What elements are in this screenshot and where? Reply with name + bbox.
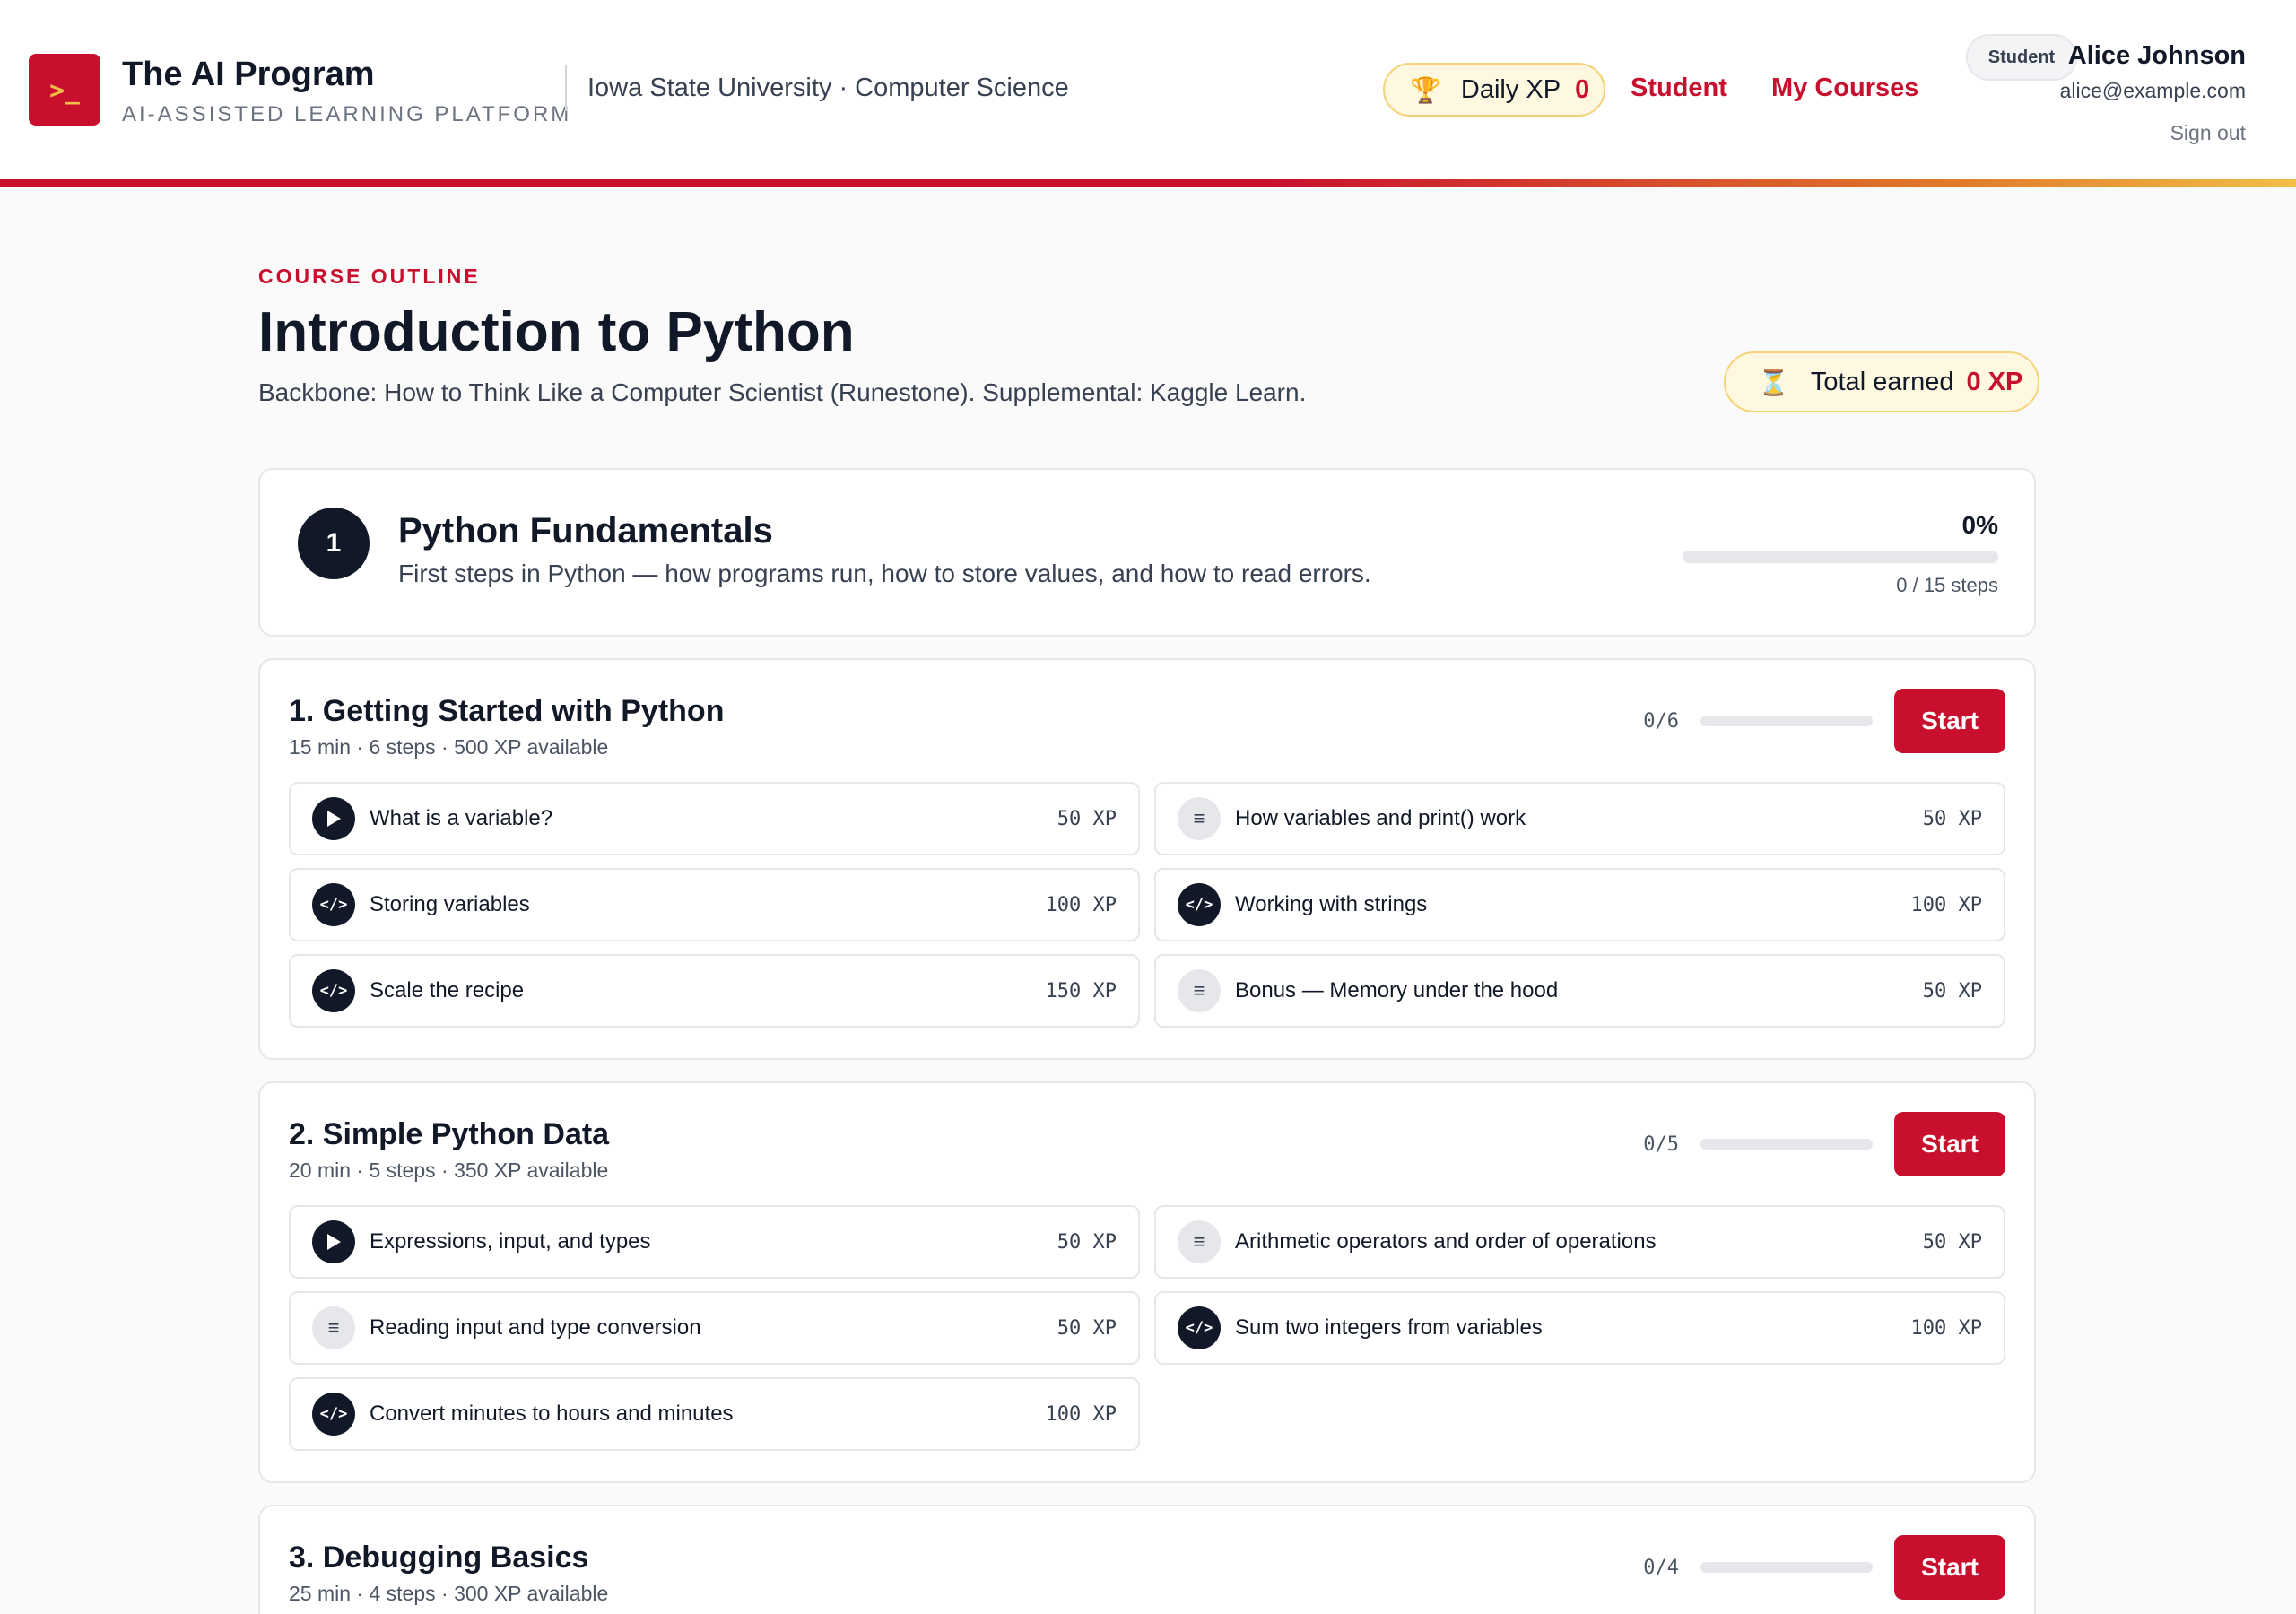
lesson-step[interactable]: </> Working with strings 100 XP [1154,868,2005,941]
step-label: Expressions, input, and types [370,1229,651,1254]
trophy-icon: ⏳ [1758,368,1789,396]
step-label: Reading input and type conversion [370,1315,701,1340]
step-xp: 50 XP [1922,979,1982,1002]
code-icon: </> [312,1393,355,1436]
start-lesson-button[interactable]: Start [1894,1535,2005,1600]
step-xp: 100 XP [1910,893,1982,916]
lesson-steps-grid: What is a variable? 50 XP ≡ How variable… [289,782,2009,1028]
brand-subtitle: AI-ASSISTED LEARNING PLATFORM [122,102,572,126]
lesson-title: 1. Getting Started with Python [289,694,725,728]
module-number: 1 [298,508,370,579]
step-xp: 100 XP [1045,893,1117,916]
total-earned-label: Total earned [1810,367,1954,396]
page-title: Introduction to Python [258,301,855,363]
step-label: Sum two integers from variables [1235,1315,1543,1340]
reading-icon: ≡ [312,1306,355,1349]
code-icon: </> [1178,883,1221,926]
reading-icon: ≡ [1178,969,1221,1012]
trophy-icon: 🏆 [1410,75,1441,104]
role-badge: Student [1966,34,2077,81]
play-icon [312,1220,355,1263]
lesson-meta: 20 min · 5 steps · 350 XP available [289,1158,609,1182]
module-description: First steps in Python — how programs run… [398,560,1371,587]
lesson-step[interactable]: </> Storing variables 100 XP [289,868,1140,941]
start-lesson-button[interactable]: Start [1894,689,2005,753]
brand-title[interactable]: The AI Program [122,56,375,94]
lesson-step[interactable]: ≡ Arithmetic operators and order of oper… [1154,1205,2005,1279]
step-xp: 50 XP [1922,807,1982,830]
step-label: Bonus — Memory under the hood [1235,978,1559,1002]
reading-icon: ≡ [1178,1220,1221,1263]
step-xp: 50 XP [1922,1230,1982,1254]
start-lesson-button[interactable]: Start [1894,1112,2005,1176]
module-title: Python Fundamentals [398,511,773,551]
module-steps-count: 0 / 15 steps [1896,574,1998,596]
step-xp: 50 XP [1057,1316,1117,1340]
page-description: Backbone: How to Think Like a Computer S… [258,378,1307,406]
step-label: Arithmetic operators and order of operat… [1235,1229,1657,1254]
daily-xp-badge: 🏆 Daily XP 0 [1383,63,1605,117]
lesson-meta: 25 min · 4 steps · 300 XP available [289,1582,609,1605]
step-label: How variables and print() work [1235,806,1526,830]
lesson-progress-count: 0/6 [1643,710,1679,733]
step-xp: 50 XP [1057,1230,1117,1254]
step-xp: 100 XP [1910,1316,1982,1340]
lesson-step[interactable]: </> Sum two integers from variables 100 … [1154,1291,2005,1365]
step-label: What is a variable? [370,806,553,830]
step-label: Working with strings [1235,892,1428,916]
step-xp: 50 XP [1057,807,1117,830]
total-earned-value: 0 XP [1966,367,2023,396]
top-header: >_ The AI Program AI-ASSISTED LEARNING P… [0,0,2296,181]
lesson-steps-grid: Expressions, input, and types 50 XP ≡ Ar… [289,1205,2009,1451]
header-divider [565,65,567,111]
step-label: Convert minutes to hours and minutes [370,1401,734,1426]
lesson-step[interactable]: </> Scale the recipe 150 XP [289,954,1140,1028]
module-percent: 0% [1961,511,1998,539]
lesson-progress-bar [1700,1562,1873,1573]
reading-icon: ≡ [1178,797,1221,840]
lesson-progress-count: 0/5 [1643,1133,1679,1156]
header-accent-bar [0,179,2296,187]
total-xp-badge: ⏳ Total earned 0 XP [1724,351,2039,412]
code-icon: </> [312,969,355,1012]
play-icon [312,797,355,840]
user-email: alice@example.com [2059,79,2246,102]
terminal-icon: >_ [49,74,80,105]
lesson-progress-bar [1700,1139,1873,1150]
nav-my-courses[interactable]: My Courses [1771,74,1918,103]
lesson-step[interactable]: ≡ Bonus — Memory under the hood 50 XP [1154,954,2005,1028]
daily-xp-value: 0 [1575,74,1590,104]
lesson-step[interactable]: </> Convert minutes to hours and minutes… [289,1377,1140,1451]
step-xp: 100 XP [1045,1402,1117,1426]
lesson-title: 2. Simple Python Data [289,1117,610,1151]
lesson-card: 1. Getting Started with Python 15 min · … [258,658,2036,1060]
lesson-step[interactable]: ≡ Reading input and type conversion 50 X… [289,1291,1140,1365]
lesson-step[interactable]: What is a variable? 50 XP [289,782,1140,855]
organization-label: Iowa State University · Computer Science [587,74,1069,102]
step-xp: 150 XP [1045,979,1117,1002]
nav-student[interactable]: Student [1631,74,1727,103]
app-logo[interactable]: >_ [29,54,100,126]
lesson-step[interactable]: ≡ How variables and print() work 50 XP [1154,782,2005,855]
lesson-card: 2. Simple Python Data 20 min · 5 steps ·… [258,1081,2036,1483]
module-card: 1 Python Fundamentals First steps in Pyt… [258,468,2036,637]
code-icon: </> [312,883,355,926]
page-eyebrow: COURSE OUTLINE [258,265,481,288]
lesson-title: 3. Debugging Basics [289,1540,589,1575]
module-progress-bar [1683,551,1998,563]
sign-out-link[interactable]: Sign out [2170,121,2246,145]
code-icon: </> [1178,1306,1221,1349]
lesson-step[interactable]: Expressions, input, and types 50 XP [289,1205,1140,1279]
lesson-card: 3. Debugging Basics 25 min · 4 steps · 3… [258,1505,2036,1614]
lesson-progress-bar [1700,716,1873,726]
user-name: Alice Johnson [2067,41,2246,70]
lesson-progress-count: 0/4 [1643,1557,1679,1579]
lesson-meta: 15 min · 6 steps · 500 XP available [289,735,609,759]
daily-xp-label: Daily XP [1460,74,1561,104]
step-label: Storing variables [370,892,530,916]
step-label: Scale the recipe [370,978,525,1002]
